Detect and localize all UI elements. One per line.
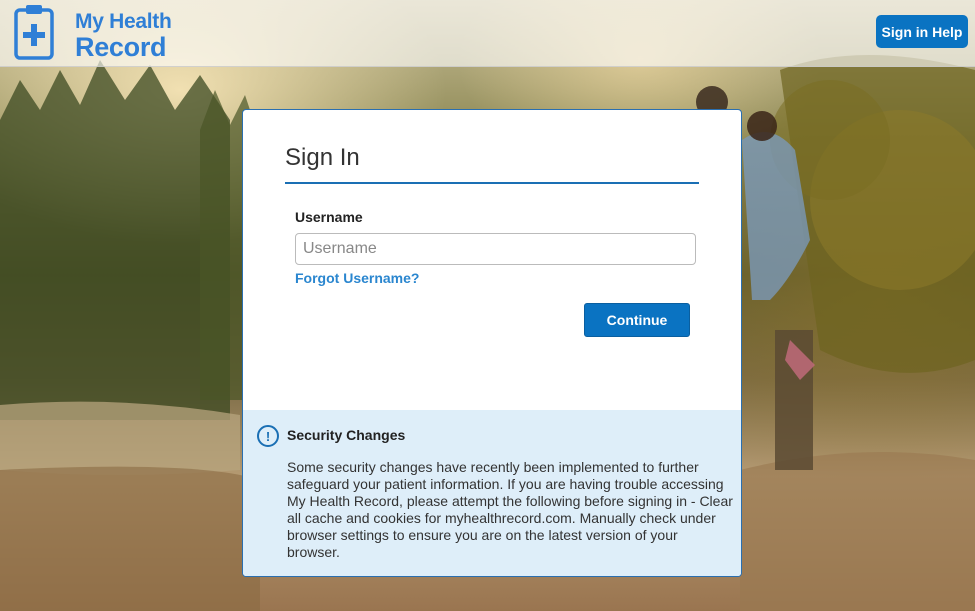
sign-in-help-button[interactable]: Sign in Help [876, 15, 968, 48]
notice-title: Security Changes [287, 427, 406, 443]
security-notice: ! Security Changes Some security changes… [243, 410, 741, 576]
title-divider [285, 182, 699, 184]
sign-in-card: Sign In Username Forgot Username? Contin… [242, 109, 742, 577]
info-icon: ! [257, 425, 279, 447]
notice-body: Some security changes have recently been… [287, 459, 733, 560]
clipboard-cross-icon [14, 5, 54, 60]
continue-button[interactable]: Continue [584, 303, 690, 337]
sign-in-title: Sign In [285, 144, 360, 171]
username-label: Username [295, 209, 363, 225]
logo-line-2: Record [75, 32, 167, 62]
username-input[interactable] [295, 233, 696, 265]
site-header: My Health Record Sign in Help [0, 0, 975, 67]
logo-line-1: My Health [75, 10, 172, 33]
my-health-record-logo[interactable]: My Health Record [14, 4, 174, 62]
forgot-username-link[interactable]: Forgot Username? [295, 270, 419, 286]
logo-wordmark: My Health Record [75, 10, 172, 62]
